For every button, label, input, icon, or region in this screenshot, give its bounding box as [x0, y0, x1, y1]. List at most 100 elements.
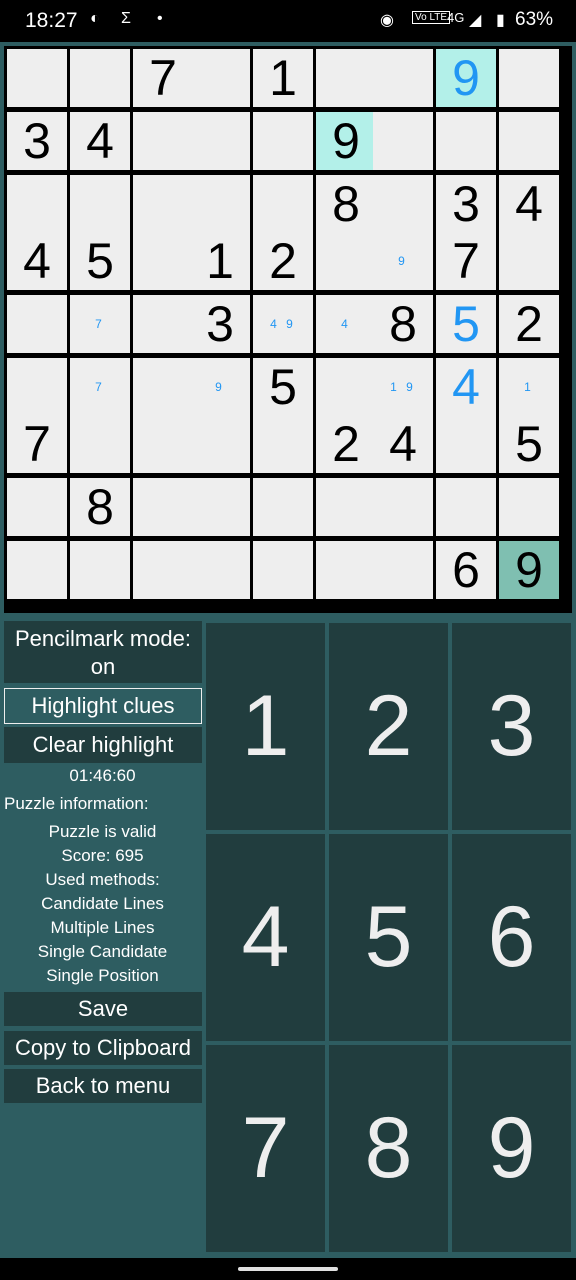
sudoku-cell[interactable]: 9 — [316, 112, 376, 170]
sudoku-cell[interactable] — [316, 232, 376, 290]
sudoku-cell[interactable] — [133, 415, 193, 473]
sudoku-cell[interactable] — [373, 112, 433, 170]
sudoku-cell[interactable] — [133, 541, 193, 599]
sudoku-cell[interactable] — [190, 175, 250, 233]
sudoku-cell[interactable]: 7 — [70, 358, 130, 416]
sudoku-cell[interactable] — [133, 358, 193, 416]
sudoku-cell[interactable]: 2 — [316, 415, 376, 473]
sudoku-cell[interactable] — [133, 112, 193, 170]
sudoku-cell[interactable]: 7 — [133, 49, 193, 107]
sudoku-cell[interactable] — [70, 541, 130, 599]
sudoku-cell[interactable]: 3 — [190, 295, 250, 353]
sudoku-cell[interactable]: 4 — [436, 358, 496, 416]
sudoku-cell[interactable]: 9 — [436, 49, 496, 107]
sudoku-cell[interactable] — [190, 541, 250, 599]
sudoku-cell[interactable]: 2 — [253, 232, 313, 290]
sudoku-cell[interactable]: 8 — [373, 295, 433, 353]
sudoku-cell[interactable] — [499, 112, 559, 170]
sudoku-cell[interactable] — [499, 49, 559, 107]
copy-to-clipboard-button[interactable]: Copy to Clipboard — [4, 1031, 202, 1065]
sudoku-cell[interactable]: 4 9 — [253, 295, 313, 353]
sudoku-cell[interactable]: 4 — [316, 295, 376, 353]
sudoku-cell[interactable] — [499, 478, 559, 536]
sudoku-cell[interactable] — [253, 175, 313, 233]
sudoku-cell[interactable]: 9 — [373, 232, 433, 290]
number-key-3[interactable]: 3 — [452, 623, 571, 830]
sudoku-cell[interactable]: 4 — [70, 112, 130, 170]
status-bar: 18:27 ◐ Σ • ◉ Vo LTE 4G ◢ ▮ 63% — [0, 0, 576, 42]
sudoku-cell[interactable] — [499, 232, 559, 290]
sudoku-cell[interactable] — [253, 541, 313, 599]
sudoku-cell[interactable]: 5 — [253, 358, 313, 416]
sudoku-cell[interactable] — [316, 541, 376, 599]
sudoku-cell[interactable] — [190, 49, 250, 107]
sudoku-cell[interactable]: 5 — [70, 232, 130, 290]
cell-pencilmark: 7 — [95, 317, 105, 331]
sudoku-cell[interactable] — [436, 112, 496, 170]
sudoku-cell[interactable] — [7, 358, 67, 416]
number-key-9[interactable]: 9 — [452, 1045, 571, 1252]
sudoku-cell[interactable]: 4 — [499, 175, 559, 233]
sudoku-cell[interactable]: 3 — [436, 175, 496, 233]
sudoku-cell[interactable]: 1 9 — [373, 358, 433, 416]
sudoku-cell[interactable]: 8 — [316, 175, 376, 233]
sudoku-cell[interactable]: 4 — [7, 232, 67, 290]
sudoku-cell[interactable] — [436, 478, 496, 536]
sudoku-cell[interactable] — [253, 478, 313, 536]
sudoku-cell[interactable]: 7 — [7, 415, 67, 473]
number-key-8[interactable]: 8 — [329, 1045, 448, 1252]
back-to-menu-button[interactable]: Back to menu — [4, 1069, 202, 1103]
sudoku-cell[interactable]: 5 — [436, 295, 496, 353]
sudoku-cell[interactable] — [7, 49, 67, 107]
number-key-7[interactable]: 7 — [206, 1045, 325, 1252]
number-key-2[interactable]: 2 — [329, 623, 448, 830]
sudoku-cell[interactable] — [373, 175, 433, 233]
sudoku-cell[interactable] — [7, 478, 67, 536]
sudoku-cell[interactable] — [7, 295, 67, 353]
sudoku-cell[interactable]: 1 — [499, 358, 559, 416]
sudoku-cell[interactable] — [133, 295, 193, 353]
sudoku-cell[interactable] — [70, 49, 130, 107]
number-key-6[interactable]: 6 — [452, 834, 571, 1041]
home-handle[interactable] — [238, 1267, 338, 1271]
sudoku-cell[interactable] — [436, 415, 496, 473]
sudoku-cell[interactable] — [316, 49, 376, 107]
sudoku-cell[interactable] — [373, 49, 433, 107]
sudoku-cell[interactable] — [190, 478, 250, 536]
sudoku-cell[interactable] — [316, 358, 376, 416]
sudoku-cell[interactable]: 1 — [190, 232, 250, 290]
sudoku-cell[interactable]: 2 — [499, 295, 559, 353]
sudoku-cell[interactable]: 9 — [499, 541, 559, 599]
sudoku-cell[interactable] — [133, 175, 193, 233]
sudoku-cell[interactable] — [373, 478, 433, 536]
sudoku-cell[interactable] — [253, 112, 313, 170]
sudoku-cell[interactable]: 8 — [70, 478, 130, 536]
pencilmark-mode-button[interactable]: Pencilmark mode: on — [4, 621, 202, 683]
sudoku-cell[interactable] — [70, 415, 130, 473]
sudoku-cell[interactable] — [190, 415, 250, 473]
sudoku-cell[interactable] — [373, 541, 433, 599]
sudoku-cell[interactable]: 4 — [373, 415, 433, 473]
sudoku-cell[interactable] — [7, 541, 67, 599]
sudoku-cell[interactable] — [70, 175, 130, 233]
number-key-1[interactable]: 1 — [206, 623, 325, 830]
sudoku-cell[interactable] — [190, 112, 250, 170]
clear-highlight-button[interactable]: Clear highlight — [4, 727, 202, 763]
sudoku-cell[interactable]: 3 — [7, 112, 67, 170]
sudoku-cell[interactable]: 7 — [436, 232, 496, 290]
highlight-clues-button[interactable]: Highlight clues — [4, 688, 202, 724]
sudoku-cell[interactable] — [133, 478, 193, 536]
sudoku-cell[interactable] — [253, 415, 313, 473]
save-button[interactable]: Save — [4, 992, 202, 1026]
cell-value: 1 — [206, 233, 234, 289]
sudoku-cell[interactable] — [7, 175, 67, 233]
number-key-5[interactable]: 5 — [329, 834, 448, 1041]
sudoku-cell[interactable] — [133, 232, 193, 290]
sudoku-cell[interactable]: 6 — [436, 541, 496, 599]
sudoku-cell[interactable] — [316, 478, 376, 536]
number-key-4[interactable]: 4 — [206, 834, 325, 1041]
sudoku-cell[interactable]: 9 — [190, 358, 250, 416]
sudoku-cell[interactable]: 1 — [253, 49, 313, 107]
sudoku-cell[interactable]: 7 — [70, 295, 130, 353]
sudoku-cell[interactable]: 5 — [499, 415, 559, 473]
